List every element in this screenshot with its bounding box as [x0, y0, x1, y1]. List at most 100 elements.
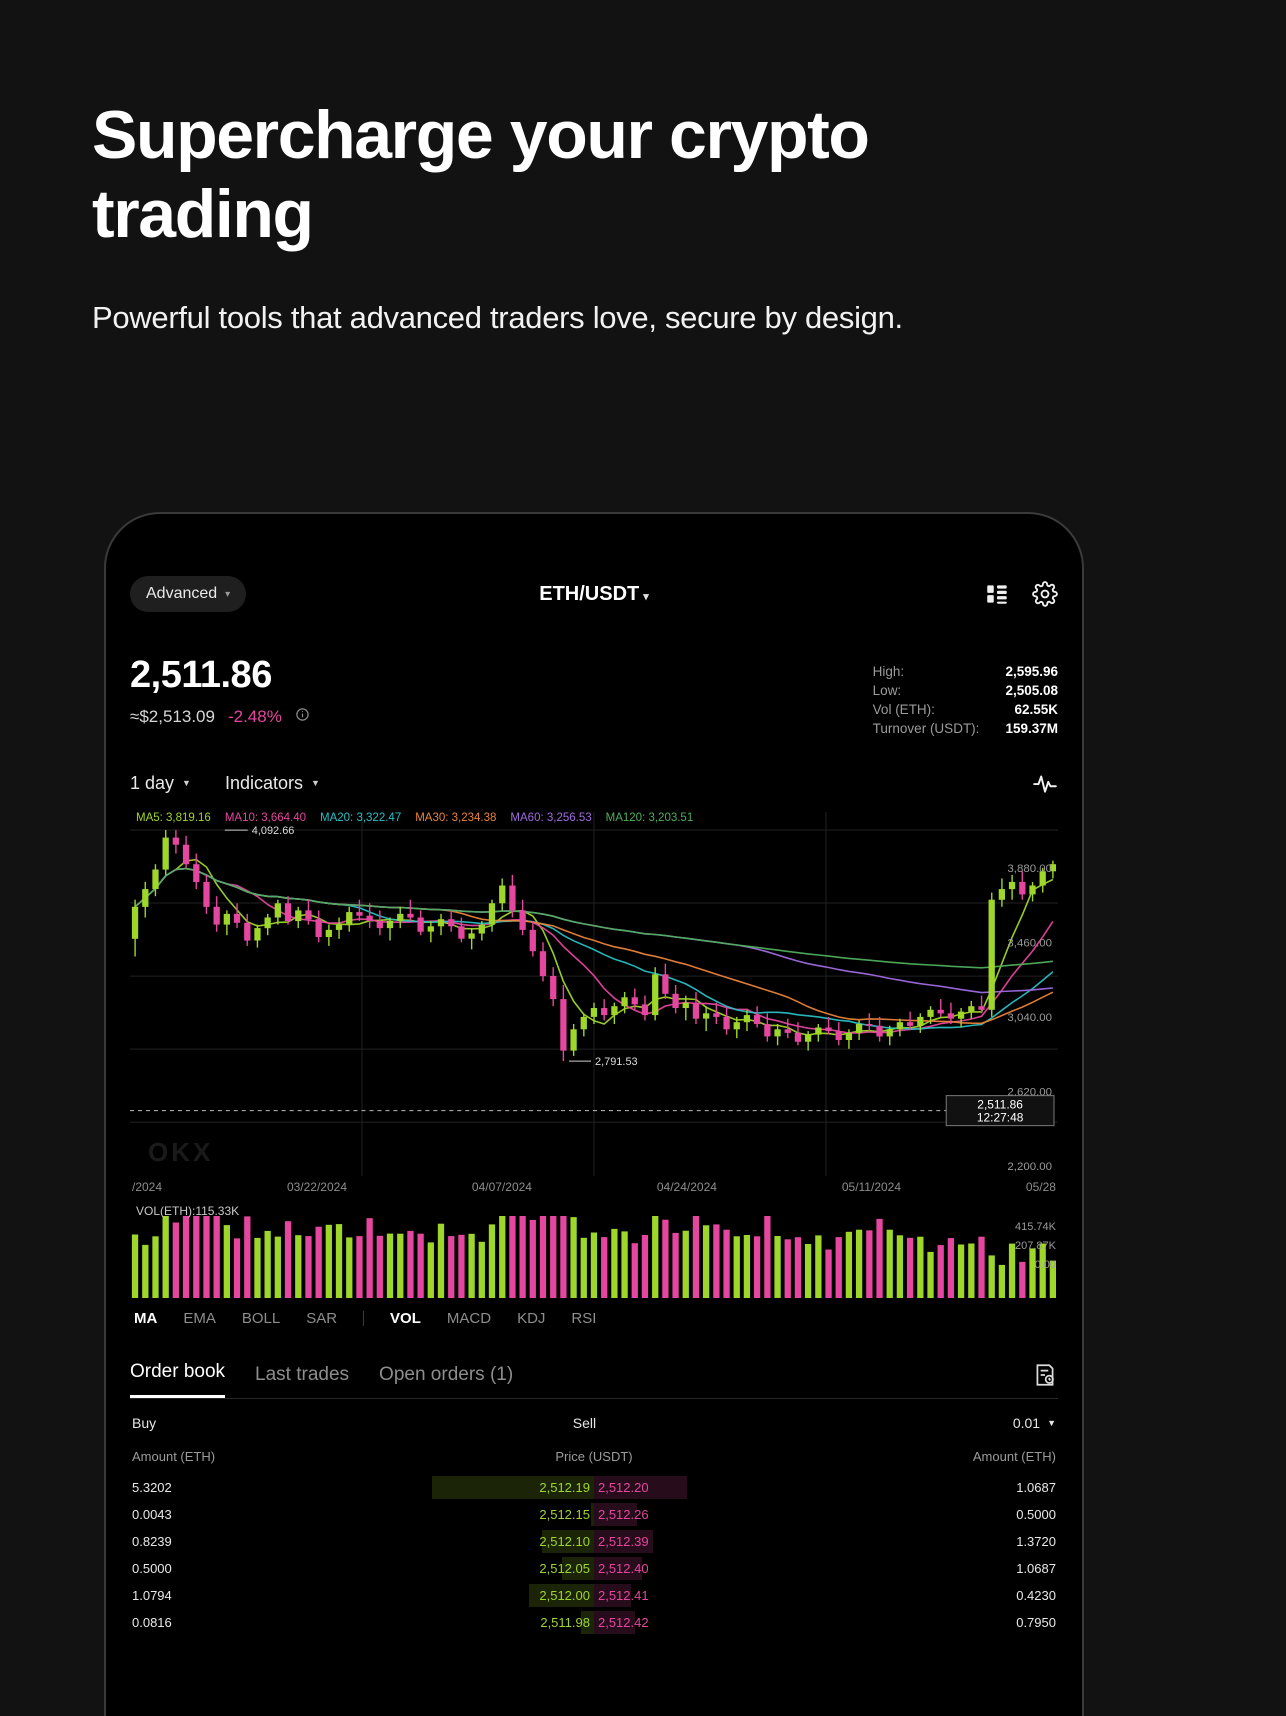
order-book-columns: Amount (ETH) Price (USDT) Amount (ETH) — [130, 1445, 1058, 1474]
indicators-label: Indicators — [224, 772, 304, 793]
tab-open-orders[interactable]: Open orders (1) — [379, 1364, 513, 1398]
price-pair: 2,512.15 2,512.26 — [436, 1507, 752, 1522]
svg-text:4,092.66: 4,092.66 — [252, 825, 295, 837]
volume-tick: 415.74K — [1015, 1221, 1056, 1233]
okx-watermark: OKX — [148, 1137, 214, 1167]
price-pair: 2,512.05 2,512.40 — [436, 1561, 752, 1576]
chevron-down-icon: ▼ — [311, 778, 320, 788]
ask-price: 2,512.40 — [597, 1561, 649, 1576]
stat-label: High: — [872, 664, 905, 679]
svg-text:2,511.86: 2,511.86 — [977, 1098, 1023, 1112]
interval-selector[interactable]: 1 day ▼ — [130, 773, 191, 794]
svg-text:3,460.00: 3,460.00 — [1007, 937, 1052, 949]
indicators-selector[interactable]: Indicators ▼ — [225, 773, 320, 794]
date-tick: 05/28 — [1025, 1180, 1056, 1194]
top-bar-actions — [984, 581, 1058, 607]
precision-selector[interactable]: 0.01 ▼ — [1013, 1415, 1056, 1431]
hero-section: Supercharge your crypto trading Powerful… — [92, 96, 1122, 336]
sell-amount: 1.0687 — [1016, 1561, 1056, 1576]
tab-order-book[interactable]: Order book — [130, 1361, 226, 1398]
ask-price: 2,512.39 — [597, 1534, 649, 1549]
svg-text:3,880.00: 3,880.00 — [1007, 863, 1052, 875]
price-pair: 2,512.00 2,512.41 — [436, 1588, 752, 1603]
chart-toolbar: 1 day ▼ Indicators ▼ — [130, 770, 1058, 796]
table-row[interactable]: 5.3202 2,512.19 2,512.20 1.0687 — [130, 1474, 1058, 1501]
stat-row: Vol (ETH): 62.55K — [873, 700, 1058, 719]
date-tick: 04/07/2024 — [471, 1180, 532, 1194]
indicator-tab-rsi[interactable]: RSI — [571, 1310, 596, 1327]
ask-price: 2,512.20 — [597, 1480, 649, 1495]
ma-legend-item: MA20: 3,322.47 — [320, 812, 402, 824]
table-row[interactable]: 0.8239 2,512.10 2,512.39 1.3720 — [130, 1528, 1058, 1555]
page-subtitle: Powerful tools that advanced traders lov… — [92, 299, 903, 335]
table-row[interactable]: 0.0816 2,511.98 2,512.42 0.7950 — [130, 1609, 1058, 1636]
indicator-tab-sar[interactable]: SAR — [306, 1310, 337, 1327]
ma-legend-item: MA5: 3,819.16 — [136, 812, 211, 824]
date-tick: /2024 — [132, 1180, 163, 1194]
pulse-line-icon[interactable] — [1032, 770, 1058, 796]
candlestick-svg: 4,092.66 2,791.53 3,880.00 3,460.00 3,040.00… — [130, 812, 1058, 1176]
price-pair: 2,511.98 2,512.42 — [436, 1615, 752, 1630]
volume-svg — [131, 1216, 1057, 1298]
page-title: Supercharge your crypto trading — [92, 97, 870, 252]
stat-label: Turnover (USDT): — [872, 721, 980, 736]
sell-amount: 1.3720 — [1016, 1534, 1056, 1549]
column-amount-sell: Amount (ETH) — [972, 1449, 1056, 1464]
pair-label: ETH/USDT — [539, 582, 640, 605]
market-stats: High: 2,595.96 Low: 2,505.08 Vol (ETH): … — [873, 662, 1058, 738]
info-icon[interactable] — [295, 707, 310, 727]
layout-grid-icon[interactable] — [984, 581, 1010, 607]
trading-pair-selector[interactable]: ETH/USDT ▾ — [130, 583, 1058, 606]
volume-tick: 0.00 — [1034, 1259, 1056, 1271]
stat-value: 2,595.96 — [1005, 664, 1058, 679]
price-secondary-row: ≈$2,513.09 -2.48% — [130, 707, 310, 727]
buy-amount: 0.8239 — [132, 1534, 172, 1549]
last-price: 2,511.86 — [130, 654, 272, 696]
price-chart[interactable]: MA5: 3,819.16 MA10: 3,664.40 MA20: 3,322… — [130, 812, 1058, 1176]
table-row[interactable]: 1.0794 2,512.00 2,512.41 0.4230 — [130, 1582, 1058, 1609]
indicator-tab-macd[interactable]: MACD — [447, 1310, 491, 1327]
table-row[interactable]: 0.5000 2,512.05 2,512.40 1.0687 — [130, 1555, 1058, 1582]
price-change-percent: -2.48% — [227, 707, 282, 726]
bid-price: 2,512.10 — [539, 1534, 590, 1549]
gear-icon[interactable] — [1032, 581, 1058, 607]
stat-label: Low: — [872, 683, 902, 698]
stat-value: 159.37M — [1005, 721, 1058, 736]
sell-amount: 0.7950 — [1016, 1615, 1056, 1630]
stat-row: Low: 2,505.08 — [873, 681, 1058, 700]
chart-date-axis: /2024 03/22/2024 04/07/2024 04/24/2024 0… — [130, 1180, 1058, 1194]
column-price: Price (USDT) — [555, 1449, 633, 1464]
buy-amount: 0.0043 — [132, 1507, 172, 1522]
bid-price: 2,512.15 — [539, 1507, 590, 1522]
tab-last-trades[interactable]: Last trades — [255, 1364, 349, 1398]
stat-label: Vol (ETH): — [872, 702, 935, 717]
buy-amount: 0.0816 — [132, 1615, 172, 1630]
buy-amount: 1.0794 — [132, 1588, 172, 1603]
table-row[interactable]: 0.0043 2,512.15 2,512.26 0.5000 — [130, 1501, 1058, 1528]
ma-legend: MA5: 3,819.16 MA10: 3,664.40 MA20: 3,322… — [130, 812, 693, 824]
stat-row: Turnover (USDT): 159.37M — [873, 719, 1058, 738]
volume-axis: 415.74K 207.87K 0.00 — [1015, 1218, 1056, 1275]
chevron-down-icon: ▼ — [1047, 1418, 1056, 1428]
order-book-section: Order book Last trades Open orders (1) B… — [130, 1361, 1058, 1636]
volume-chart[interactable]: VOL(ETH):115.33K 415.74K 207.87K 0.00 — [130, 1204, 1058, 1300]
indicator-tab-vol[interactable]: VOL — [390, 1310, 421, 1327]
sell-amount: 0.5000 — [1016, 1507, 1056, 1522]
volume-label: VOL(ETH):115.33K — [136, 1204, 240, 1218]
indicator-tab-boll[interactable]: BOLL — [242, 1310, 280, 1327]
divider — [363, 1311, 365, 1326]
indicator-tab-ema[interactable]: EMA — [183, 1310, 216, 1327]
ma-legend-item: MA10: 3,664.40 — [224, 812, 307, 824]
indicator-tab-kdj[interactable]: KDJ — [517, 1310, 545, 1327]
ask-price: 2,512.41 — [597, 1588, 649, 1603]
bid-price: 2,512.19 — [539, 1480, 590, 1495]
chevron-down-icon: ▾ — [643, 590, 649, 603]
mode-selector-advanced[interactable]: Advanced ▾ — [130, 576, 247, 612]
chevron-down-icon: ▼ — [182, 778, 191, 788]
svg-text:2,200.00: 2,200.00 — [1007, 1161, 1052, 1173]
ticker-section: 2,511.86 ≈$2,513.09 -2.48% High: 2,595.9… — [130, 654, 1058, 738]
indicator-tab-ma[interactable]: MA — [134, 1310, 157, 1327]
order-history-icon[interactable] — [1032, 1362, 1058, 1398]
svg-text:3,040.00: 3,040.00 — [1007, 1012, 1052, 1024]
price-block: 2,511.86 ≈$2,513.09 -2.48% — [130, 654, 310, 727]
